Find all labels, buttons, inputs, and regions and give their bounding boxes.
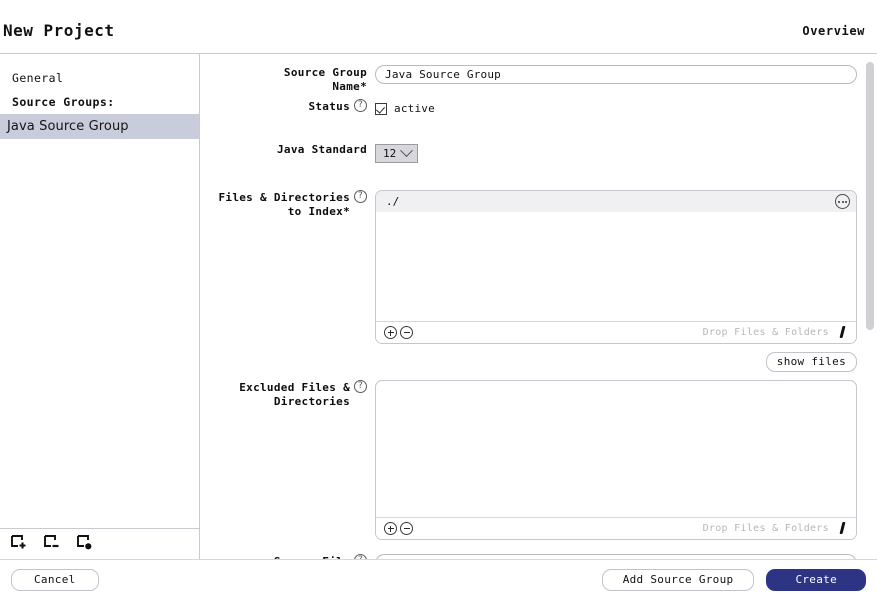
source-file-input[interactable] [375, 554, 857, 559]
page-title: New Project [3, 21, 115, 40]
pencil-icon[interactable] [838, 326, 848, 339]
list-item-path: ./ [386, 195, 400, 208]
square-dot-icon[interactable] [75, 533, 94, 556]
status-checkbox-row: active [375, 99, 857, 118]
chevron-down-icon [400, 144, 414, 158]
sidebar-item-java-source-group[interactable]: Java Source Group [0, 114, 199, 139]
circle-plus-icon[interactable] [384, 326, 397, 339]
label-source-file: Source File ? [200, 554, 375, 559]
label-source-file-text: Source File [274, 554, 350, 559]
field-java-standard: Java Standard 12 [200, 142, 877, 163]
label-java-standard: Java Standard [200, 142, 375, 156]
main-scrollbar[interactable] [866, 62, 874, 551]
excluded-files-footer: Drop Files & Folders [376, 517, 856, 539]
field-col-source-group-name [375, 65, 877, 84]
project-form: Source Group Name* Status ? [200, 54, 877, 559]
create-button[interactable]: Create [766, 568, 866, 591]
overview-link[interactable]: Overview [802, 24, 865, 38]
dialog-header: New Project Overview [0, 0, 877, 53]
field-files-to-index: Files & Directories to Index* ? ./ Drop … [200, 190, 877, 344]
cancel-button[interactable]: Cancel [11, 568, 99, 591]
field-excluded-files: Excluded Files & Directories ? Drop File… [200, 380, 877, 540]
square-plus-icon[interactable] [9, 533, 28, 556]
show-files-row: show files [200, 352, 877, 372]
label-line-2: Directories [273, 395, 350, 408]
label-status: Status ? [200, 99, 375, 113]
sidebar-entry-source-groups: Source Groups: [12, 95, 115, 109]
form-panel: Source Group Name* Status ? [200, 54, 877, 559]
field-status: Status ? active [200, 99, 877, 118]
source-group-name-input[interactable] [375, 65, 857, 84]
circle-minus-icon[interactable] [400, 522, 413, 535]
label-line-2: to Index* [287, 205, 350, 218]
list-item[interactable]: ./ [376, 191, 856, 212]
circle-plus-icon[interactable] [384, 522, 397, 535]
files-to-index-listbox: ./ Drop Files & Folders [375, 190, 857, 344]
add-source-group-button[interactable]: Add Source Group [601, 568, 755, 591]
dialog-footer: Cancel Add Source Group Create [0, 559, 877, 599]
status-checkbox[interactable] [375, 102, 387, 115]
label-java-standard-text: Java Standard [277, 143, 367, 156]
show-files-button[interactable]: show files [765, 352, 857, 372]
field-col-source-file [375, 554, 877, 559]
field-col-excluded-files: Drop Files & Folders [375, 380, 877, 540]
dialog-body: General Source Groups: Java Source Group [0, 53, 877, 559]
square-minus-icon[interactable] [42, 533, 61, 556]
pencil-icon[interactable] [838, 522, 848, 535]
excluded-files-listbox: Drop Files & Folders [375, 380, 857, 540]
question-mark-icon[interactable]: ? [354, 99, 367, 112]
status-checkbox-label: active [394, 102, 435, 115]
question-mark-icon[interactable]: ? [354, 380, 367, 393]
field-col-status: active [375, 99, 877, 118]
sidebar-toolbar [0, 528, 199, 559]
java-standard-value: 12 [383, 147, 397, 160]
ellipsis-icon[interactable] [835, 194, 850, 209]
circle-minus-icon[interactable] [400, 326, 413, 339]
question-mark-icon[interactable]: ? [354, 190, 367, 203]
java-standard-select[interactable]: 12 [375, 144, 419, 163]
sidebar-entry-general[interactable]: General [0, 66, 199, 90]
field-col-java-standard: 12 [375, 142, 877, 163]
sidebar-list: General Source Groups: Java Source Group [0, 54, 199, 528]
label-excluded-files: Excluded Files & Directories ? [200, 380, 375, 408]
label-status-text: Status [308, 100, 350, 113]
new-project-dialog: New Project Overview General Source Grou… [0, 0, 877, 599]
label-line-1: Excluded Files & [239, 381, 350, 394]
label-files-to-index: Files & Directories to Index* ? [200, 190, 375, 218]
label-source-group-name: Source Group Name* [200, 65, 375, 93]
drop-files-hint: Drop Files & Folders [702, 327, 829, 338]
sidebar: General Source Groups: Java Source Group [0, 54, 200, 559]
label-line-2: Name* [332, 80, 367, 93]
label-line-1: Files & Directories [218, 191, 350, 204]
field-source-group-name: Source Group Name* [200, 65, 877, 93]
label-line-1: Source Group [283, 66, 367, 79]
footer-actions: Add Source Group Create [601, 568, 866, 591]
drop-files-hint: Drop Files & Folders [702, 523, 829, 534]
scrollbar-thumb[interactable] [866, 62, 874, 330]
question-mark-icon[interactable]: ? [354, 554, 367, 559]
files-to-index-items: ./ [376, 191, 856, 321]
files-to-index-footer: Drop Files & Folders [376, 321, 856, 343]
field-col-files-to-index: ./ Drop Files & Folders [375, 190, 877, 344]
field-source-file: Source File ? [200, 554, 877, 559]
excluded-files-items[interactable] [376, 381, 856, 517]
